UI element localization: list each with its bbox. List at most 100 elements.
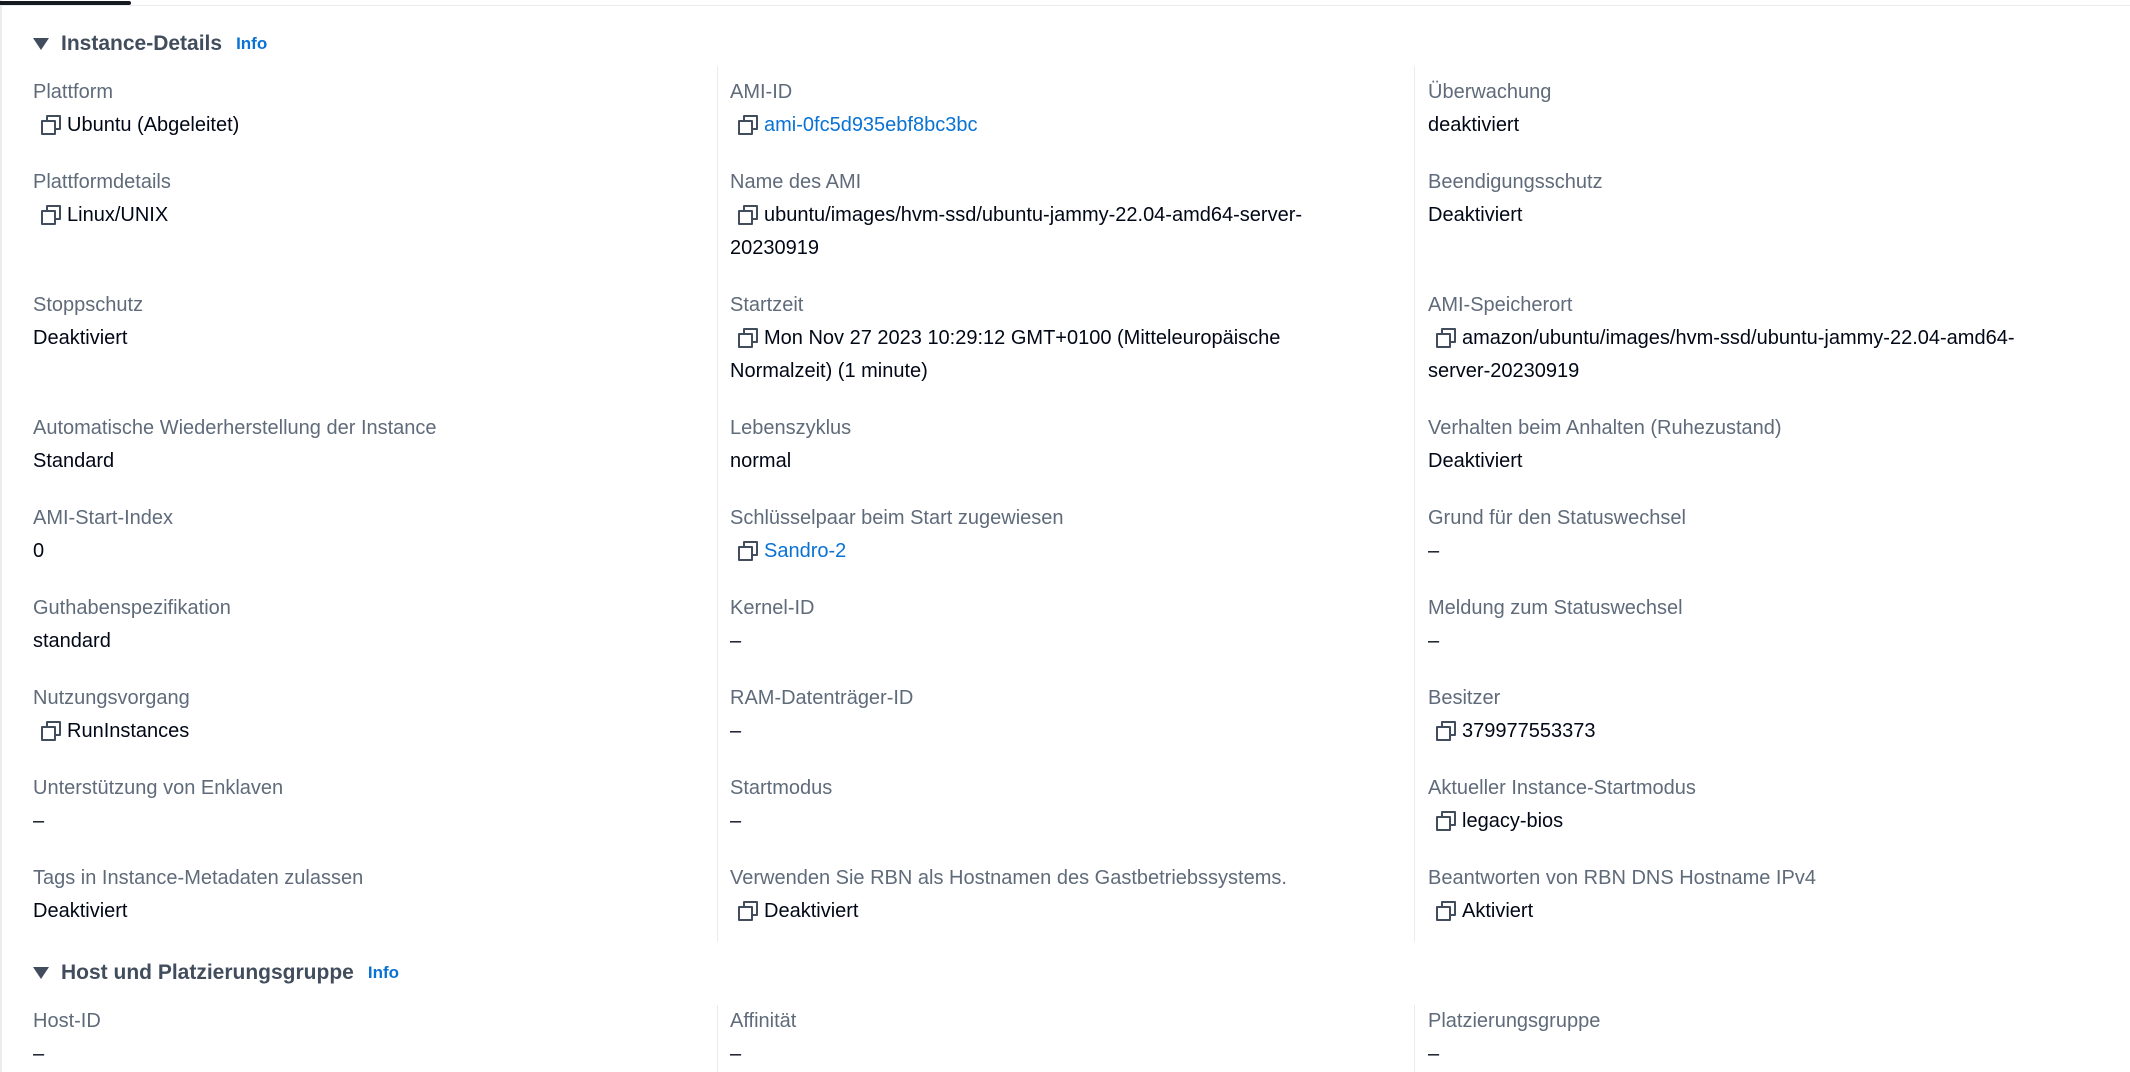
caret-down-icon[interactable] bbox=[33, 38, 49, 50]
section-title-host-placement[interactable]: Host und Platzierungsgruppe bbox=[61, 961, 354, 985]
field-value: Deaktiviert bbox=[33, 900, 128, 922]
section-title-instance-details[interactable]: Instance-Details bbox=[61, 32, 222, 56]
panel-left-border bbox=[0, 0, 2, 1072]
column-divider bbox=[717, 1005, 718, 1072]
field-value-empty: – bbox=[730, 720, 742, 742]
host-placement-header: Host und Platzierungsgruppe Info bbox=[33, 958, 399, 988]
field-plattformdetails: Plattformdetails Linux/UNIX bbox=[33, 166, 693, 232]
ami-id-link[interactable]: ami-0fc5d935ebf8bc3bc bbox=[764, 114, 977, 136]
field-platzierungsgruppe: Platzierungsgruppe – bbox=[1428, 1005, 2088, 1071]
copy-icon[interactable] bbox=[738, 901, 758, 921]
field-aktueller-startmodus: Aktueller Instance-Startmodus legacy-bio… bbox=[1428, 772, 2088, 838]
field-ami-id: AMI-ID ami-0fc5d935ebf8bc3bc bbox=[730, 76, 1390, 142]
instance-details-info-link[interactable]: Info bbox=[236, 34, 267, 54]
column-divider bbox=[717, 66, 718, 942]
field-value-empty: – bbox=[33, 1043, 45, 1065]
field-label: Beantworten von RBN DNS Hostname IPv4 bbox=[1428, 867, 1816, 889]
copy-icon[interactable] bbox=[738, 115, 758, 135]
field-label: Name des AMI bbox=[730, 171, 862, 193]
field-value: Standard bbox=[33, 450, 115, 472]
field-label: Stoppschutz bbox=[33, 294, 144, 316]
field-value-empty: – bbox=[1428, 540, 1440, 562]
caret-down-icon[interactable] bbox=[33, 967, 49, 979]
field-ram-id: RAM-Datenträger-ID – bbox=[730, 682, 1390, 748]
copy-icon[interactable] bbox=[738, 541, 758, 561]
field-label: Schlüsselpaar beim Start zugewiesen bbox=[730, 507, 1064, 529]
field-ami-start-index: AMI-Start-Index 0 bbox=[33, 502, 693, 568]
field-label: Unterstützung von Enklaven bbox=[33, 777, 284, 799]
field-value-line2: 20230919 bbox=[730, 237, 819, 259]
host-placement-info-link[interactable]: Info bbox=[368, 963, 399, 983]
field-label: Beendigungsschutz bbox=[1428, 171, 1603, 193]
field-value: Deaktiviert bbox=[33, 327, 128, 349]
copy-icon[interactable] bbox=[1436, 811, 1456, 831]
field-schluesselpaar: Schlüsselpaar beim Start zugewiesen Sand… bbox=[730, 502, 1390, 568]
field-value: 379977553373 bbox=[1462, 720, 1596, 742]
field-tags-metadaten: Tags in Instance-Metadaten zulassen Deak… bbox=[33, 862, 693, 928]
field-startzeit: Startzeit Mon Nov 27 2023 10:29:12 GMT+0… bbox=[730, 289, 1390, 388]
field-label: Lebenszyklus bbox=[730, 417, 852, 439]
field-value: Ubuntu (Abgeleitet) bbox=[67, 114, 240, 136]
field-value: standard bbox=[33, 630, 111, 652]
field-auto-recovery: Automatische Wiederherstellung der Insta… bbox=[33, 412, 693, 478]
copy-icon[interactable] bbox=[41, 721, 61, 741]
copy-icon[interactable] bbox=[1436, 328, 1456, 348]
field-value-line2: server-20230919 bbox=[1428, 360, 1580, 382]
field-value: Aktiviert bbox=[1462, 900, 1534, 922]
field-label: Verhalten beim Anhalten (Ruhezustand) bbox=[1428, 417, 1782, 439]
field-beendigungsschutz: Beendigungsschutz Deaktiviert bbox=[1428, 166, 2088, 232]
field-value-empty: – bbox=[1428, 1043, 1440, 1065]
field-label: Platzierungsgruppe bbox=[1428, 1010, 1601, 1032]
field-label: Tags in Instance-Metadaten zulassen bbox=[33, 867, 364, 889]
field-lebenszyklus: Lebenszyklus normal bbox=[730, 412, 1390, 478]
field-guthaben: Guthabenspezifikation standard bbox=[33, 592, 693, 658]
field-label: Startmodus bbox=[730, 777, 833, 799]
field-label: Guthabenspezifikation bbox=[33, 597, 231, 619]
copy-icon[interactable] bbox=[738, 328, 758, 348]
field-value-line1: amazon/ubuntu/images/hvm-ssd/ubuntu-jamm… bbox=[1462, 327, 2015, 349]
field-value-empty: – bbox=[1428, 630, 1440, 652]
copy-icon[interactable] bbox=[1436, 901, 1456, 921]
field-label: AMI-ID bbox=[730, 81, 793, 103]
active-tab-indicator bbox=[0, 1, 131, 5]
field-label: Plattform bbox=[33, 81, 114, 103]
field-label: AMI-Start-Index bbox=[33, 507, 174, 529]
field-label: Startzeit bbox=[730, 294, 804, 316]
field-value: Deaktiviert bbox=[764, 900, 859, 922]
field-value: RunInstances bbox=[67, 720, 190, 742]
field-enklaven: Unterstützung von Enklaven – bbox=[33, 772, 693, 838]
field-affinitaet: Affinität – bbox=[730, 1005, 1390, 1071]
field-rbn-hostname: Verwenden Sie RBN als Hostnamen des Gast… bbox=[730, 862, 1390, 928]
field-statuswechsel-meldung: Meldung zum Statuswechsel – bbox=[1428, 592, 2088, 658]
field-value-empty: – bbox=[730, 1043, 742, 1065]
copy-icon[interactable] bbox=[738, 205, 758, 225]
field-label: Aktueller Instance-Startmodus bbox=[1428, 777, 1696, 799]
field-statuswechsel-grund: Grund für den Statuswechsel – bbox=[1428, 502, 2088, 568]
key-pair-link[interactable]: Sandro-2 bbox=[764, 540, 846, 562]
copy-icon[interactable] bbox=[41, 205, 61, 225]
field-value: Linux/UNIX bbox=[67, 204, 169, 226]
field-value: normal bbox=[730, 450, 792, 472]
field-value-line1: ubuntu/images/hvm-ssd/ubuntu-jammy-22.04… bbox=[764, 204, 1303, 226]
field-anhalten: Verhalten beim Anhalten (Ruhezustand) De… bbox=[1428, 412, 2088, 478]
field-label: Kernel-ID bbox=[730, 597, 815, 619]
field-label: Automatische Wiederherstellung der Insta… bbox=[33, 417, 437, 439]
copy-icon[interactable] bbox=[41, 115, 61, 135]
field-nutzungsvorgang: Nutzungsvorgang RunInstances bbox=[33, 682, 693, 748]
field-label: Grund für den Statuswechsel bbox=[1428, 507, 1686, 529]
field-value-line2: Normalzeit) (1 minute) bbox=[730, 360, 928, 382]
field-ami-name: Name des AMI ubuntu/images/hvm-ssd/ubunt… bbox=[730, 166, 1390, 265]
field-besitzer: Besitzer 379977553373 bbox=[1428, 682, 2088, 748]
field-rbn-dns: Beantworten von RBN DNS Hostname IPv4 Ak… bbox=[1428, 862, 2088, 928]
field-label: Host-ID bbox=[33, 1010, 101, 1032]
copy-icon[interactable] bbox=[1436, 721, 1456, 741]
field-label: Plattformdetails bbox=[33, 171, 171, 193]
field-value: Deaktiviert bbox=[1428, 204, 1523, 226]
column-divider bbox=[1414, 66, 1415, 942]
tab-bar-divider bbox=[0, 5, 2130, 6]
field-label: Affinität bbox=[730, 1010, 797, 1032]
column-divider bbox=[1414, 1005, 1415, 1072]
field-ami-speicherort: AMI-Speicherort amazon/ubuntu/images/hvm… bbox=[1428, 289, 2088, 388]
field-value: legacy-bios bbox=[1462, 810, 1564, 832]
field-label: Nutzungsvorgang bbox=[33, 687, 190, 709]
